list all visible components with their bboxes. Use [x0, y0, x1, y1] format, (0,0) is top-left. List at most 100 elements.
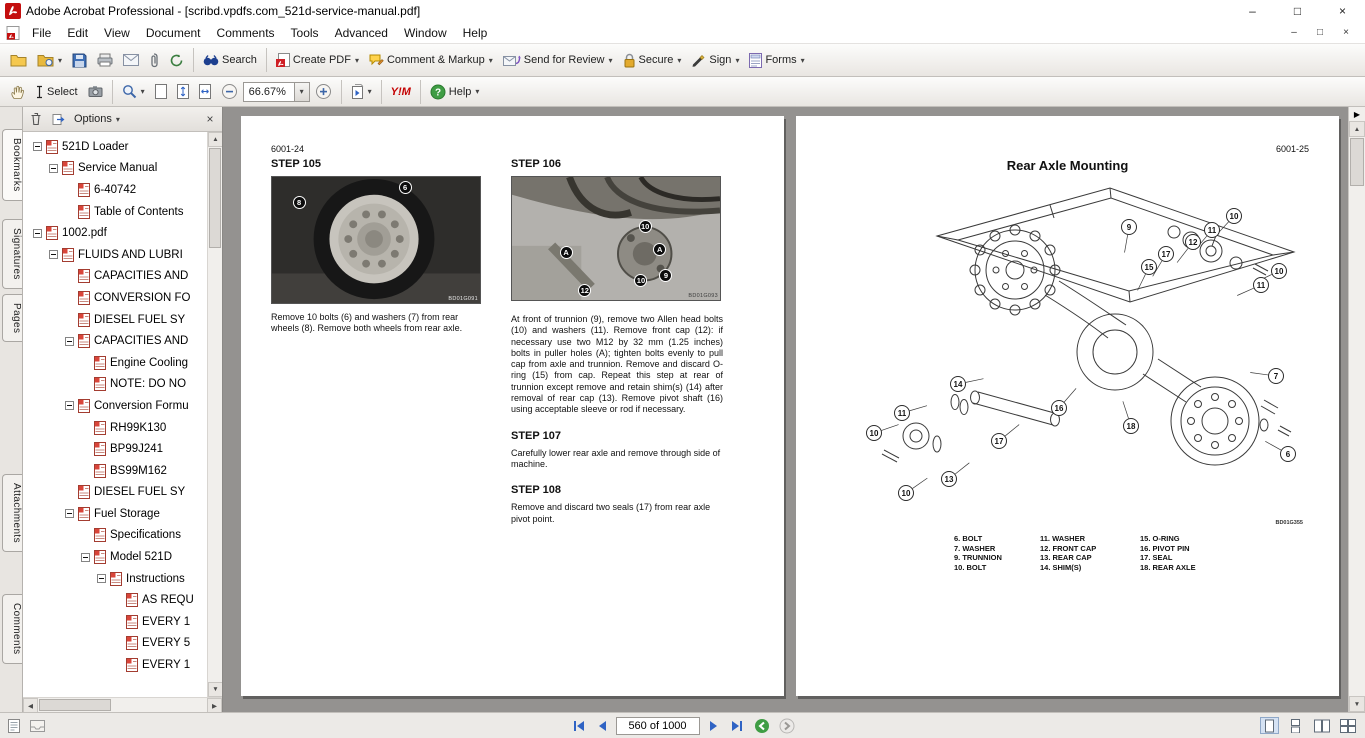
help-button[interactable]: ? Help ▾ [425, 80, 485, 104]
bookmark-item[interactable]: RH99K130 [23, 417, 207, 439]
bookmark-item[interactable]: FLUIDS AND LUBRI [23, 244, 207, 266]
doc-close-button[interactable]: × [1333, 27, 1359, 38]
scroll-left-arrow[interactable]: ◀ [23, 698, 38, 713]
scroll-down-arrow[interactable]: ▼ [1349, 696, 1365, 712]
zoom-level-combo[interactable]: 66.67% [243, 82, 295, 102]
open-button[interactable] [5, 49, 32, 71]
next-view-button[interactable] [779, 717, 796, 734]
previous-view-button[interactable] [754, 717, 771, 734]
facing-continuous-view-button[interactable] [1338, 717, 1357, 734]
tab-attachments[interactable]: Attachments [2, 474, 22, 552]
collapse-toggle-icon[interactable] [33, 142, 42, 151]
previous-page-button[interactable] [593, 717, 611, 735]
close-button[interactable]: × [1320, 0, 1365, 22]
organizer-button[interactable]: ▾ [32, 49, 67, 71]
zoom-tool-button[interactable]: ▾ [117, 80, 150, 103]
forms-button[interactable]: Forms ▾ [744, 49, 809, 72]
collapse-toggle-icon[interactable] [97, 574, 106, 583]
bookmark-item[interactable]: AS REQU [23, 589, 207, 611]
collapse-toggle-icon[interactable] [81, 553, 90, 562]
bookmark-item[interactable]: Service Manual [23, 158, 207, 180]
bookmark-item[interactable]: EVERY 5 [23, 633, 207, 655]
bookmarks-horizontal-scrollbar[interactable]: ◀ ▶ [23, 697, 222, 712]
fit-page-button[interactable] [172, 80, 194, 103]
bookmark-item[interactable]: DIESEL FUEL SY [23, 309, 207, 331]
bookmark-item[interactable]: 521D Loader [23, 136, 207, 158]
comment-markup-button[interactable]: Comment & Markup ▾ [364, 50, 498, 71]
zoom-combo-arrow-icon[interactable]: ▾ [295, 82, 310, 102]
secure-button[interactable]: Secure ▾ [618, 49, 687, 72]
menu-advanced[interactable]: Advanced [327, 23, 396, 43]
bookmarks-options-button[interactable]: Options ▾ [74, 113, 120, 125]
snapshot-button[interactable] [83, 81, 108, 102]
single-page-view-button[interactable] [1260, 717, 1279, 734]
document-status-icon[interactable] [8, 719, 20, 733]
collapse-toggle-icon[interactable] [65, 401, 74, 410]
bookmark-item[interactable]: BS99M162 [23, 460, 207, 482]
menu-help[interactable]: Help [455, 23, 496, 43]
expand-current-bookmark-icon[interactable] [51, 112, 66, 127]
bookmark-item[interactable]: NOTE: DO NO [23, 374, 207, 396]
last-page-button[interactable] [728, 717, 746, 735]
tab-signatures[interactable]: Signatures [2, 219, 22, 289]
bookmarks-vertical-scrollbar[interactable]: ▲ ▼ [207, 132, 222, 697]
bookmark-item[interactable]: Specifications [23, 525, 207, 547]
tab-bookmarks[interactable]: Bookmarks [2, 129, 22, 201]
scroll-up-arrow[interactable]: ▲ [208, 132, 222, 147]
attach-button[interactable] [144, 48, 164, 72]
collapse-toggle-icon[interactable] [49, 164, 58, 173]
bookmark-item[interactable]: CAPACITIES AND [23, 330, 207, 352]
bookmark-item[interactable]: Engine Cooling [23, 352, 207, 374]
scrollbar-thumb[interactable] [1350, 138, 1364, 186]
menu-tools[interactable]: Tools [283, 23, 327, 43]
print-button[interactable] [92, 49, 118, 71]
sign-button[interactable]: Sign ▾ [686, 49, 744, 72]
create-pdf-button[interactable]: Create PDF ▾ [271, 49, 364, 71]
scrollbar-thumb[interactable] [209, 148, 221, 248]
bookmark-item[interactable]: Instructions [23, 568, 207, 590]
bookmark-item[interactable]: Table of Contents [23, 201, 207, 223]
bookmark-item[interactable]: 6-40742 [23, 179, 207, 201]
pane-toggle-icon[interactable]: ▶ [1349, 107, 1365, 121]
bookmark-item[interactable]: 1002.pdf [23, 222, 207, 244]
save-button[interactable] [67, 49, 92, 72]
bookmark-item[interactable]: Fuel Storage [23, 503, 207, 525]
tab-comments[interactable]: Comments [2, 594, 22, 664]
delete-bookmark-icon[interactable] [28, 112, 43, 127]
menu-document[interactable]: Document [138, 23, 209, 43]
collapse-toggle-icon[interactable] [49, 250, 58, 259]
yim-button[interactable]: Y!M [386, 82, 416, 102]
collapse-toggle-icon[interactable] [65, 509, 74, 518]
zoom-out-button[interactable] [216, 79, 243, 104]
bookmark-item[interactable]: EVERY 1 [23, 654, 207, 676]
continuous-view-button[interactable] [1286, 717, 1305, 734]
page-display-button[interactable]: ▾ [346, 80, 377, 103]
close-panel-icon[interactable]: × [203, 112, 217, 126]
facing-view-button[interactable] [1312, 717, 1331, 734]
menu-comments[interactable]: Comments [209, 23, 283, 43]
menu-file[interactable]: File [24, 23, 59, 43]
scroll-down-arrow[interactable]: ▼ [208, 682, 222, 697]
menu-view[interactable]: View [96, 23, 138, 43]
document-area[interactable]: 6001-24 STEP 105 BD01G091 86 [223, 107, 1365, 712]
send-for-review-button[interactable]: Send for Review ▾ [498, 50, 618, 71]
minimize-button[interactable]: – [1230, 0, 1275, 22]
scroll-up-arrow[interactable]: ▲ [1349, 121, 1365, 137]
drawer-icon[interactable] [30, 720, 45, 732]
maximize-button[interactable]: □ [1275, 0, 1320, 22]
menu-window[interactable]: Window [396, 23, 455, 43]
zoom-in-button[interactable] [310, 79, 337, 104]
bookmark-item[interactable]: CAPACITIES AND [23, 266, 207, 288]
document-vertical-scrollbar[interactable]: ▶ ▲ ▼ [1348, 107, 1365, 712]
first-page-button[interactable] [570, 717, 588, 735]
tab-pages[interactable]: Pages [2, 294, 22, 342]
next-page-button[interactable] [705, 717, 723, 735]
bookmark-item[interactable]: BP99J241 [23, 438, 207, 460]
actual-size-button[interactable] [150, 80, 172, 103]
review-tracker-button[interactable] [164, 49, 189, 72]
page-number-input[interactable] [616, 717, 700, 735]
select-tool-button[interactable]: Select [30, 81, 83, 103]
fit-width-button[interactable] [194, 80, 216, 103]
bookmark-item[interactable]: CONVERSION FO [23, 287, 207, 309]
collapse-toggle-icon[interactable] [33, 229, 42, 238]
